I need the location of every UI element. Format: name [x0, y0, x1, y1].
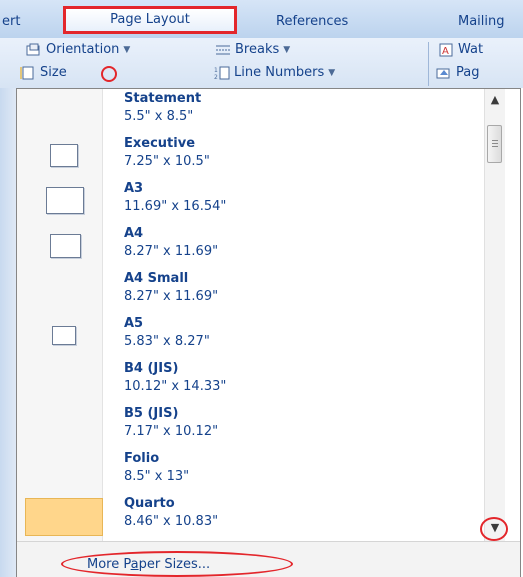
size-option-name: B4 (JIS): [124, 361, 179, 376]
paper-size-dropdown: Statement 5.5" x 8.5" Executive 7.25" x …: [16, 88, 521, 577]
page-color-icon: [436, 66, 452, 80]
ribbon-tab-bar: ert Page Layout References Mailing: [0, 0, 523, 39]
line-numbers-icon: 12: [214, 66, 230, 81]
size-option-a5[interactable]: A5 5.83" x 8.27": [17, 314, 487, 359]
size-option-b5-jis[interactable]: B5 (JIS) 7.17" x 10.12": [17, 404, 487, 449]
size-icon: [20, 66, 36, 80]
tab-page-layout[interactable]: Page Layout: [63, 6, 237, 34]
size-option-dims: 5.83" x 8.27": [124, 334, 210, 349]
size-option-dims: 7.17" x 10.12": [124, 424, 219, 439]
size-option-dims: 5.5" x 8.5": [124, 109, 194, 124]
tab-mailings[interactable]: Mailing: [458, 14, 505, 29]
size-option-name: A4 Small: [124, 271, 189, 286]
size-option-dims: 8.27" x 11.69": [124, 289, 219, 304]
grip-line: [492, 143, 498, 144]
page-color-button[interactable]: Pag: [436, 65, 479, 80]
size-option-name: Folio: [124, 451, 160, 466]
size-option-name: A4: [124, 226, 144, 241]
size-option-dims: 10.12" x 14.33": [124, 379, 227, 394]
chevron-down-icon: ▼: [283, 44, 291, 55]
size-option-b4-jis[interactable]: B4 (JIS) 10.12" x 14.33": [17, 359, 487, 404]
grip-line: [492, 146, 498, 147]
watermark-label: Wat: [458, 42, 484, 57]
page-color-label: Pag: [456, 65, 480, 80]
watermark-icon: A: [438, 43, 454, 57]
size-option-a4[interactable]: A4 8.27" x 11.69": [17, 224, 487, 269]
orientation-icon: [26, 43, 42, 57]
page-thumbnail: [46, 187, 84, 214]
svg-text:2: 2: [214, 74, 218, 80]
page-thumbnail: [50, 144, 78, 167]
line-numbers-label: Line Numbers: [234, 65, 325, 80]
size-option-dims: 8.27" x 11.69": [124, 244, 219, 259]
size-option-name: A3: [124, 181, 144, 196]
gallery-scrollbar[interactable]: ▲ ▼: [484, 89, 505, 541]
breaks-label: Breaks: [235, 42, 280, 57]
scroll-down-highlight: [480, 517, 508, 541]
size-option-name: Quarto: [124, 496, 175, 511]
chevron-down-icon: ▼: [328, 67, 336, 78]
breaks-icon: [215, 43, 231, 57]
page-thumbnail: [50, 234, 81, 258]
size-option-dims: 8.5" x 13": [124, 469, 190, 484]
size-option-folio[interactable]: Folio 8.5" x 13": [17, 449, 487, 494]
size-option-executive[interactable]: Executive 7.25" x 10.5": [17, 134, 487, 179]
orientation-label: Orientation: [46, 42, 120, 57]
size-option-dims: 8.46" x 10.83": [124, 514, 219, 529]
size-label: Size: [40, 65, 67, 80]
svg-text:1: 1: [214, 67, 218, 74]
more-paper-sizes-highlight: [61, 551, 293, 577]
tab-insert[interactable]: ert: [2, 14, 20, 29]
line-numbers-button[interactable]: 12 Line Numbers ▼: [214, 65, 336, 81]
scrollbar-thumb[interactable]: [487, 125, 502, 163]
ribbon-group-separator: [428, 42, 429, 86]
svg-text:A: A: [442, 46, 449, 57]
orientation-button[interactable]: Orientation ▼: [26, 42, 130, 57]
selected-highlight: [25, 498, 103, 536]
document-edge: [0, 88, 16, 577]
tab-references[interactable]: References: [276, 14, 348, 29]
size-option-name: Executive: [124, 136, 196, 151]
grip-line: [492, 140, 498, 141]
size-option-dims: 7.25" x 10.5": [124, 154, 210, 169]
gallery-footer: More Paper Sizes...: [17, 541, 520, 577]
size-option-quarto[interactable]: Quarto 8.46" x 10.83": [17, 494, 487, 539]
size-option-name: Statement: [124, 91, 202, 106]
size-option-dims: 11.69" x 16.54": [124, 199, 227, 214]
size-option-a4-small[interactable]: A4 Small 8.27" x 11.69": [17, 269, 487, 314]
size-option-name: A5: [124, 316, 144, 331]
size-button[interactable]: Size: [20, 65, 67, 80]
size-option-a3[interactable]: A3 11.69" x 16.54": [17, 179, 487, 224]
page-thumbnail: [52, 326, 76, 345]
size-option-statement[interactable]: Statement 5.5" x 8.5": [17, 89, 487, 134]
size-dropdown-highlight[interactable]: [101, 66, 117, 82]
scroll-up-icon[interactable]: ▲: [485, 91, 505, 109]
size-option-name: B5 (JIS): [124, 406, 179, 421]
watermark-button[interactable]: A Wat: [438, 42, 483, 57]
breaks-button[interactable]: Breaks ▼: [215, 42, 290, 57]
chevron-down-icon: ▼: [123, 44, 131, 55]
